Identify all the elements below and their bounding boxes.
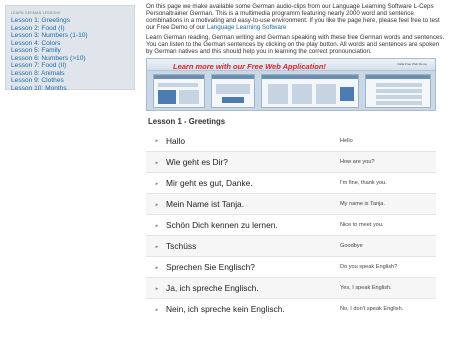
main-content: On this page we make available some Germ…: [146, 3, 446, 319]
sidebar-item-lesson-7[interactable]: Lesson 7: Food (II): [11, 62, 129, 70]
play-icon[interactable]: ►: [150, 307, 164, 312]
sidebar-item-lesson-10[interactable]: Lesson 10: Months: [11, 85, 129, 93]
play-icon[interactable]: ►: [150, 244, 164, 249]
banner-small-text: Dalla Free Web Demo: [397, 62, 427, 66]
sidebar-item-lesson-1[interactable]: Lesson 1: Greetings: [11, 17, 129, 25]
phrase-row: ► Ja, ich spreche Englisch. Yes, I speak…: [146, 277, 436, 298]
intro-paragraph-2: Learn German reading, German writing and…: [146, 34, 445, 55]
play-icon[interactable]: ►: [150, 160, 164, 165]
screenshot-window-1: [153, 74, 205, 108]
german-phrase: Mir geht es gut, Danke.: [166, 178, 253, 188]
german-phrase: Wie geht es Dir?: [166, 157, 228, 167]
banner-title: Learn more with our Free Web Application…: [173, 62, 326, 71]
phrase-row: ► Hallo Hello: [146, 130, 436, 151]
phrase-row: ► Mir geht es gut, Danke. I'm fine, than…: [146, 172, 436, 193]
phrase-row: ► Wie geht es Dir? How are you?: [146, 151, 436, 172]
english-translation: Nice to meet you.: [340, 222, 384, 228]
play-icon[interactable]: ►: [150, 265, 164, 270]
sidebar-item-lesson-6[interactable]: Lesson 6: Numbers (>10): [11, 55, 129, 63]
lesson-list: Lesson 1: Greetings Lesson 2: Food (I) L…: [11, 17, 129, 92]
phrase-row: ► Tschüss Goodbye: [146, 235, 436, 256]
sidebar-heading: LEARN GERMAN LESSONS: [11, 11, 61, 15]
sidebar-item-lesson-5[interactable]: Lesson 5: Family: [11, 47, 129, 55]
intro-paragraph-1: On this page we make available some Germ…: [146, 3, 446, 31]
screenshot-window-3: [261, 74, 359, 108]
screenshot-window-4: [365, 74, 431, 108]
english-translation: Do you speak English?: [340, 264, 398, 270]
lesson-title: Lesson 1 - Greetings: [148, 117, 226, 126]
german-phrase: Ja, ich spreche Englisch.: [166, 283, 259, 293]
screenshot-window-2: [211, 74, 255, 108]
sidebar-item-lesson-4[interactable]: Lesson 4: Colors: [11, 40, 129, 48]
sidebar-item-lesson-3[interactable]: Lesson 3: Numbers (1-10): [11, 32, 129, 40]
intro-text-1: On this page we make available some Germ…: [146, 3, 440, 31]
german-phrase: Mein Name ist Tanja.: [166, 199, 245, 209]
language-software-link[interactable]: Language Learning Software: [207, 24, 286, 31]
lesson-sidebar: LEARN GERMAN LESSONS Lesson 1: Greetings…: [5, 5, 135, 92]
phrase-row: ► Mein Name ist Tanja. My name is Tanja.: [146, 193, 436, 214]
german-phrase: Schön Dich kennen zu lernen.: [166, 220, 278, 230]
english-translation: No, I don't speak English.: [340, 306, 404, 312]
phrase-table: ► Hallo Hello ► Wie geht es Dir? How are…: [146, 130, 436, 319]
play-icon[interactable]: ►: [150, 138, 164, 143]
german-phrase: Tschüss: [166, 241, 197, 251]
play-icon[interactable]: ►: [150, 181, 164, 186]
english-translation: How are you?: [340, 159, 375, 165]
english-translation: Hello: [340, 137, 353, 144]
play-icon[interactable]: ►: [150, 223, 164, 228]
german-phrase: Sprechen Sie Englisch?: [166, 262, 255, 272]
english-translation: Goodbye: [340, 243, 363, 249]
english-translation: I'm fine, thank you.: [340, 180, 387, 186]
sidebar-item-lesson-2[interactable]: Lesson 2: Food (I): [11, 25, 129, 33]
german-phrase: Nein, ich spreche kein Englisch.: [166, 304, 285, 314]
web-app-banner[interactable]: Learn more with our Free Web Application…: [146, 58, 436, 111]
phrase-row: ► Sprechen Sie Englisch? Do you speak En…: [146, 256, 436, 277]
german-phrase: Hallo: [166, 135, 186, 146]
sidebar-item-lesson-9[interactable]: Lesson 9: Clothes: [11, 77, 129, 85]
play-icon[interactable]: ►: [150, 202, 164, 207]
phrase-row: ► Schön Dich kennen zu lernen. Nice to m…: [146, 214, 436, 235]
sidebar-item-lesson-8[interactable]: Lesson 8: Animals: [11, 70, 129, 78]
english-translation: Yes, I speak English.: [340, 285, 392, 291]
phrase-row: ► Nein, ich spreche kein Englisch. No, I…: [146, 298, 436, 319]
play-icon[interactable]: ►: [150, 286, 164, 291]
english-translation: My name is Tanja.: [340, 201, 385, 207]
